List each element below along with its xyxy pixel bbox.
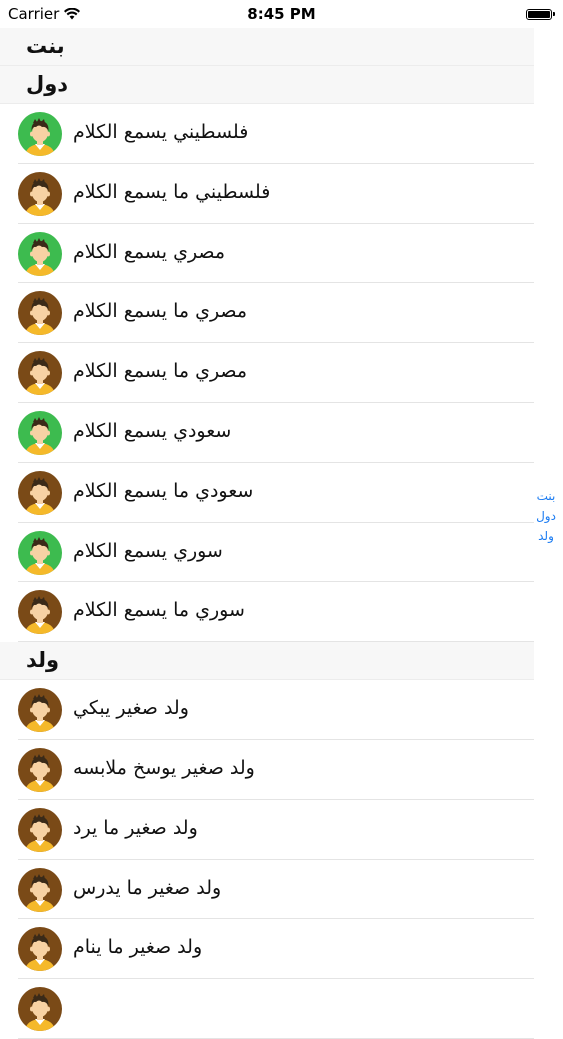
battery-icon: [526, 8, 556, 20]
avatar: [18, 171, 62, 216]
avatar: [18, 530, 62, 575]
avatar: [18, 807, 62, 852]
index-item[interactable]: ولد: [538, 526, 554, 546]
section-header: ولد: [0, 642, 534, 681]
table-row[interactable]: فلسطيني يسمع الكلام: [0, 104, 534, 164]
status-bar: Carrier 8:45 PM: [0, 0, 563, 28]
section-title: دول: [26, 72, 69, 96]
row-label: مصري يسمع الكلام: [73, 240, 226, 263]
row-label: مصري ما يسمع الكلام: [73, 300, 248, 323]
avatar: [18, 590, 62, 635]
row-label: سعودي يسمع الكلام: [73, 419, 232, 442]
section-title: ولد: [26, 648, 60, 673]
row-label: مصري ما يسمع الكلام: [73, 360, 248, 383]
avatar: [18, 747, 62, 792]
section-header: بنت: [0, 28, 534, 66]
row-label: سوري يسمع الكلام: [73, 539, 223, 562]
table-row[interactable]: ولد صغير يبكي: [0, 680, 534, 740]
avatar: [18, 688, 62, 733]
row-label: ولد صغير ما يرد: [73, 816, 198, 839]
row-label: ولد صغير ما يدرس: [73, 876, 222, 899]
table-row[interactable]: سوري ما يسمع الكلام: [0, 582, 534, 643]
table-row[interactable]: [0, 979, 534, 1039]
table-row[interactable]: ولد صغير يوسخ ملابسه: [0, 739, 534, 800]
avatar: [18, 987, 62, 1032]
table-row[interactable]: مصري يسمع الكلام: [0, 223, 534, 284]
table-row[interactable]: سوري يسمع الكلام: [0, 522, 534, 583]
contacts-table[interactable]: بنت دول فلسطيني يسمع الكلام فلسطيني ما ي…: [0, 28, 534, 1039]
row-label: ولد صغير يوسخ ملابسه: [73, 756, 255, 779]
avatar: [18, 112, 62, 156]
table-row[interactable]: مصري ما يسمع الكلام: [0, 343, 534, 403]
index-item[interactable]: دول: [536, 506, 556, 526]
avatar: [18, 410, 62, 455]
avatar: [18, 231, 62, 276]
avatar: [18, 867, 62, 912]
row-label: ولد صغير ما ينام: [73, 936, 203, 959]
row-label: سوري ما يسمع الكلام: [73, 599, 245, 622]
row-label: فلسطيني ما يسمع الكلام: [73, 180, 271, 203]
table-row[interactable]: ولد صغير ما ينام: [0, 919, 534, 980]
table-row[interactable]: ولد صغير ما يرد: [0, 799, 534, 860]
table-row[interactable]: سعودي يسمع الكلام: [0, 402, 534, 463]
status-time: 8:45 PM: [247, 5, 316, 23]
row-label: فلسطيني يسمع الكلام: [73, 121, 249, 143]
section-index-bar[interactable]: بنت دول ولد: [533, 486, 559, 546]
avatar: [18, 470, 62, 515]
section-header: دول: [0, 66, 534, 104]
table-row[interactable]: فلسطيني ما يسمع الكلام: [0, 163, 534, 224]
table-row[interactable]: مصري ما يسمع الكلام: [0, 283, 534, 344]
section-title: بنت: [26, 34, 65, 58]
avatar: [18, 351, 62, 396]
row-label: سعودي ما يسمع الكلام: [73, 479, 254, 502]
table-row[interactable]: سعودي ما يسمع الكلام: [0, 462, 534, 523]
row-label: ولد صغير يبكي: [73, 697, 189, 720]
table-row[interactable]: ولد صغير ما يدرس: [0, 859, 534, 920]
avatar: [18, 927, 62, 972]
index-item[interactable]: بنت: [537, 486, 556, 506]
avatar: [18, 291, 62, 336]
